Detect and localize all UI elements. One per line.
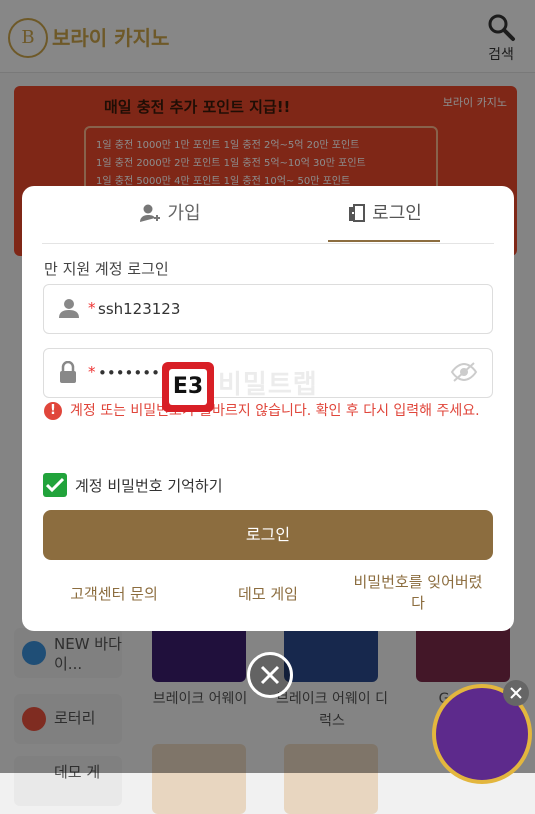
section-title: 만 지원 계정 로그인 [44, 260, 169, 278]
alert-icon: ! [44, 402, 62, 420]
watermark-text: 비밀트랩 [218, 370, 318, 400]
demo-game-link[interactable]: 데모 게임 [198, 584, 338, 605]
watermark-logo: E3 [162, 362, 214, 412]
tab-join[interactable]: 가입 [114, 192, 226, 242]
eye-off-icon[interactable] [450, 361, 478, 387]
required-mark: * [88, 363, 96, 381]
tab-divider [42, 243, 494, 244]
customer-support-link[interactable]: 고객센터 문의 [44, 584, 184, 605]
close-modal-button[interactable] [247, 652, 293, 698]
username-input[interactable] [96, 293, 430, 325]
close-icon [510, 687, 522, 699]
close-icon [260, 665, 280, 685]
active-tab-indicator [328, 240, 440, 242]
login-button[interactable]: 로그인 [43, 510, 493, 560]
user-icon [58, 297, 80, 323]
lock-icon [58, 360, 78, 387]
username-field[interactable]: * [43, 284, 493, 334]
user-add-icon [140, 204, 161, 222]
login-door-icon [349, 204, 366, 222]
tab-login-label: 로그인 [372, 203, 422, 224]
remember-label: 계정 비밀번호 기억하기 [75, 477, 223, 495]
checkbox-checked[interactable] [43, 473, 67, 497]
error-text: 계정 또는 비밀번호가 올바르지 않습니다. 확인 후 다시 입력해 주세요. [70, 403, 480, 419]
wheel-close-button[interactable] [503, 680, 529, 706]
error-message: ! 계정 또는 비밀번호가 올바르지 않습니다. 확인 후 다시 입력해 주세요… [44, 400, 494, 422]
required-mark: * [88, 299, 96, 317]
tab-login[interactable]: 로그인 [328, 192, 440, 242]
login-modal: 가입 로그인 만 지원 계정 로그인 * * ! 계정 또는 비밀번호가 올바르… [22, 186, 514, 631]
tab-join-label: 가입 [167, 203, 201, 224]
forgot-password-link[interactable]: 비밀번호를 잊어버렸다 [348, 572, 488, 614]
